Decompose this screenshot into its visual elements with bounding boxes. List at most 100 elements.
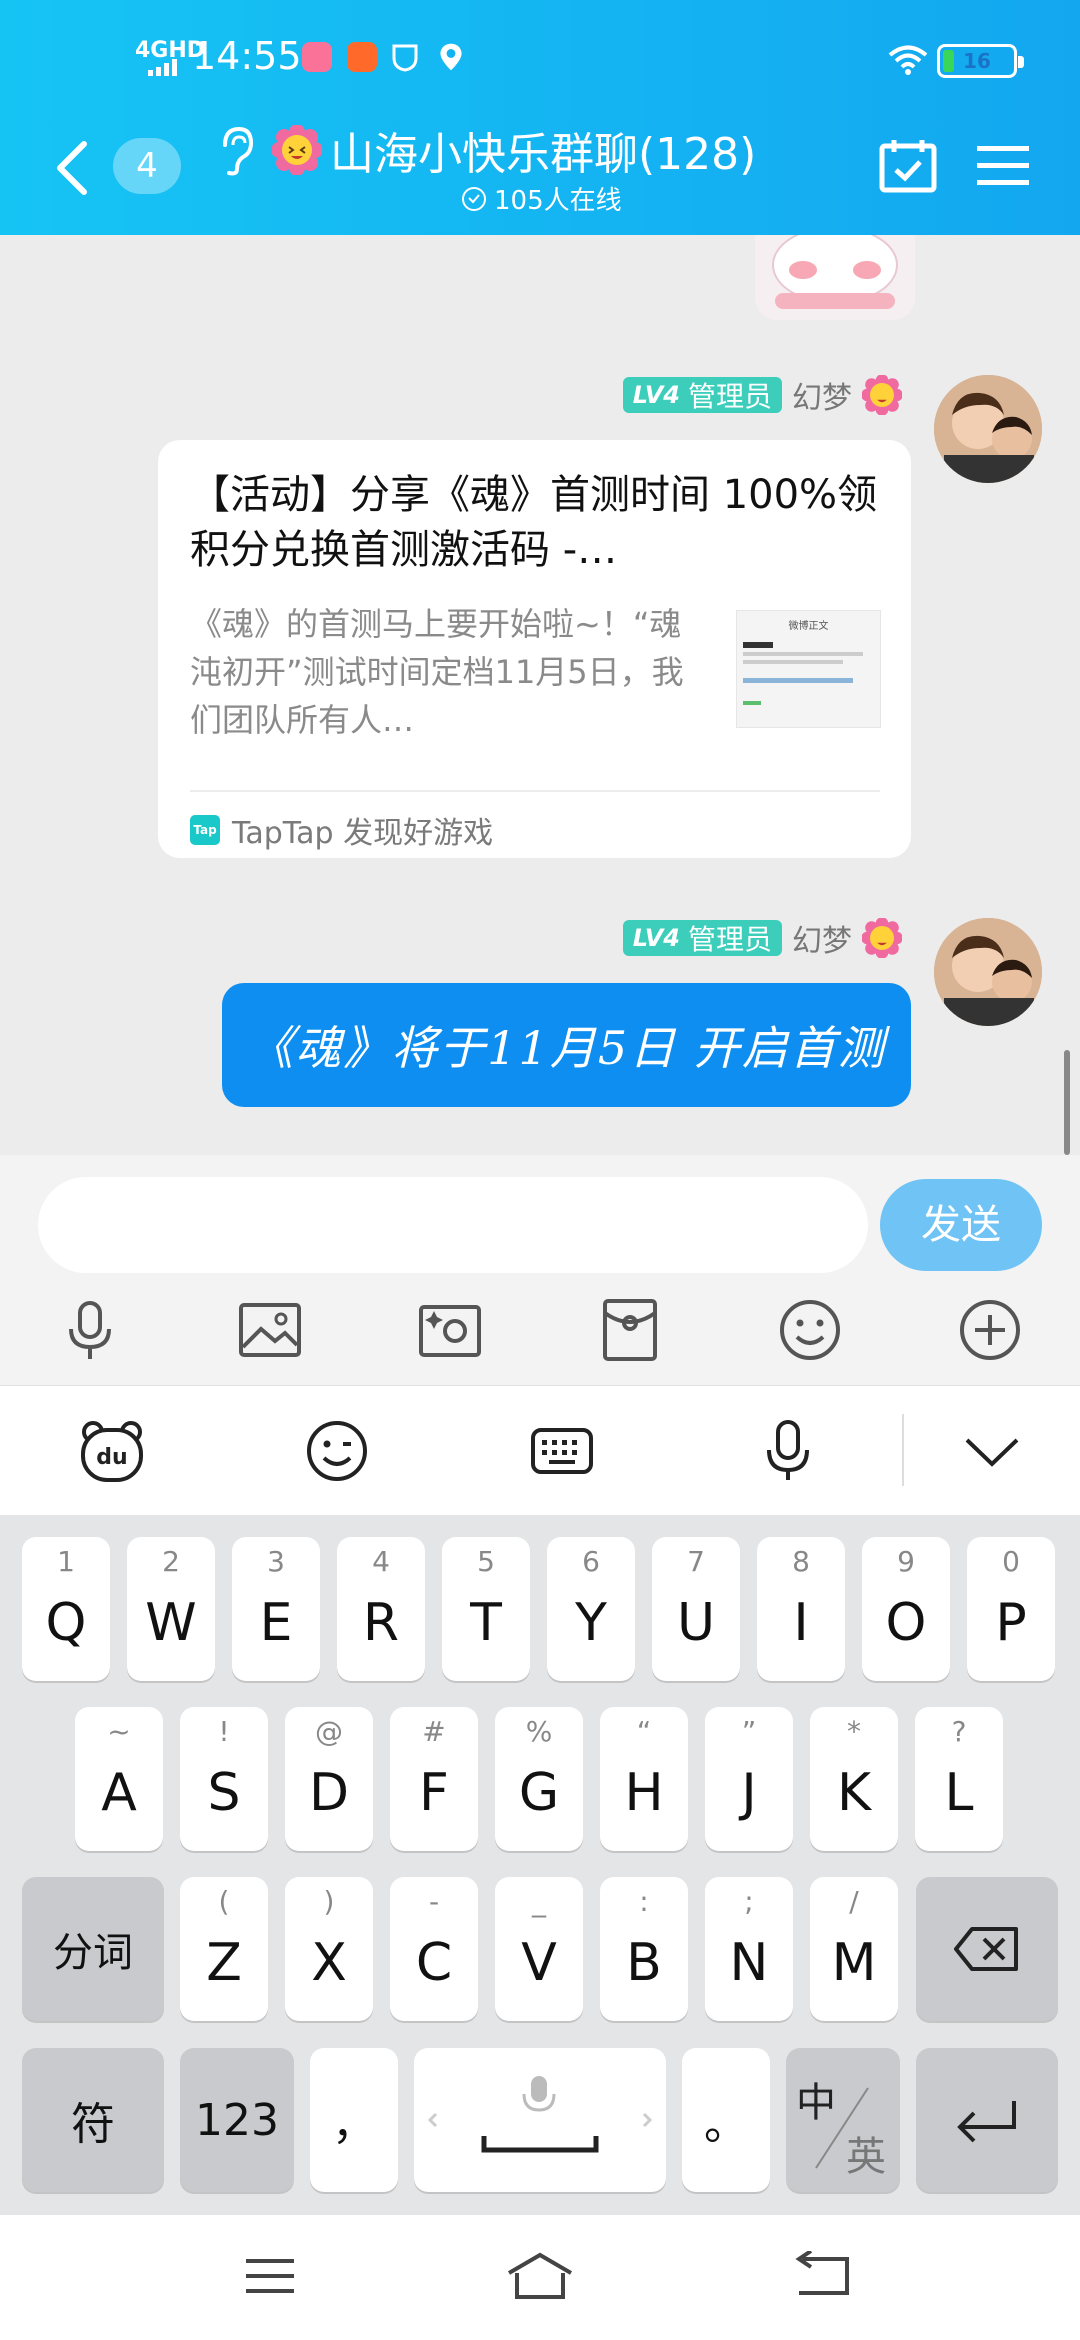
status-bar: 4GHD 14:55 16	[0, 0, 1080, 120]
sender-avatar[interactable]	[934, 918, 1042, 1026]
signal-icon	[148, 59, 177, 76]
key-i[interactable]: 8I	[757, 1537, 845, 1681]
chat-header: 4GHD 14:55 16 4 山海小快乐群聊(128) 105人在线	[0, 0, 1080, 235]
level-badge: LV4 管理员	[622, 377, 782, 413]
key-hint: 2	[162, 1545, 180, 1578]
card-thumbnail: 微博正文	[736, 610, 881, 728]
emoji-icon[interactable]	[302, 1416, 372, 1486]
key-u[interactable]: 7U	[652, 1537, 740, 1681]
key-hint: “	[636, 1715, 652, 1748]
sender-name: 幻梦	[792, 924, 852, 959]
key-x[interactable]: ) X	[285, 1877, 373, 2021]
key-hint: !	[218, 1715, 230, 1748]
key-label: V	[521, 1933, 557, 1993]
chat-title[interactable]: 山海小快乐群聊(128)	[272, 120, 756, 180]
segment-key[interactable]: 分词	[22, 1877, 164, 2021]
key-j[interactable]: ” J	[705, 1707, 793, 1851]
scrollbar[interactable]	[1064, 1050, 1070, 1155]
key-l[interactable]: ? L	[915, 1707, 1003, 1851]
numbers-key[interactable]: 123	[180, 2048, 294, 2192]
back-nav-icon[interactable]	[793, 2251, 853, 2301]
microphone-icon[interactable]	[55, 1295, 125, 1365]
link-card[interactable]: 【活动】分享《魂》首测时间 100%领积分兑换首测激活码 -… 《魂》的首测马上…	[158, 440, 911, 858]
symbols-key[interactable]: 符	[22, 2048, 164, 2192]
key-e[interactable]: 3E	[232, 1537, 320, 1681]
check-circle-icon	[462, 186, 486, 211]
location-icon	[440, 43, 462, 71]
key-y[interactable]: 6Y	[547, 1537, 635, 1681]
card-source-label: TapTap 发现好游戏	[232, 816, 494, 851]
key-f[interactable]: # F	[390, 1707, 478, 1851]
key-q[interactable]: 1Q	[22, 1537, 110, 1681]
key-hint: 6	[582, 1545, 600, 1578]
system-nav-bar	[0, 2215, 1080, 2340]
key-w[interactable]: 2W	[127, 1537, 215, 1681]
key-hint: ”	[741, 1715, 757, 1748]
camera-icon[interactable]	[415, 1295, 485, 1365]
card-source: Tap TapTap 发现好游戏	[190, 808, 493, 852]
baidu-bear-icon[interactable]: du	[77, 1416, 147, 1486]
key-h[interactable]: “H	[600, 1707, 688, 1851]
key-m[interactable]: / M	[810, 1877, 898, 2021]
menu-icon[interactable]	[975, 142, 1031, 190]
space-key[interactable]	[414, 2048, 666, 2192]
key-hint: @	[315, 1715, 343, 1748]
ear-icon[interactable]	[215, 125, 255, 177]
key-label: U	[676, 1593, 716, 1653]
period-key[interactable]: 。	[682, 2048, 770, 2192]
shield-icon	[392, 44, 418, 72]
key-label: K	[836, 1763, 872, 1823]
key-r[interactable]: 4R	[337, 1537, 425, 1681]
back-icon[interactable]	[52, 138, 92, 198]
key-hint: #	[422, 1715, 446, 1748]
chevron-down-icon[interactable]	[957, 1416, 1027, 1486]
key-a[interactable]: ~ A	[75, 1707, 163, 1851]
key-o[interactable]: 9O	[862, 1537, 950, 1681]
red-packet-icon[interactable]	[595, 1295, 665, 1365]
voice-input-icon[interactable]	[753, 1416, 823, 1486]
key-v[interactable]: _ V	[495, 1877, 583, 2021]
key-label: N	[729, 1933, 769, 1993]
message-bubble[interactable]: 《魂》将于11月5日 开启首测	[222, 983, 911, 1107]
key-s[interactable]: ! S	[180, 1707, 268, 1851]
sender-meta: LV4 管理员 幻梦	[622, 375, 902, 416]
key-p[interactable]: 0P	[967, 1537, 1055, 1681]
language-switch-key[interactable]: 中 英	[786, 2048, 900, 2192]
unread-badge[interactable]: 4	[113, 138, 181, 194]
keyboard-icon[interactable]	[527, 1416, 597, 1486]
key-hint: ?	[951, 1715, 967, 1748]
key-hint: 3	[267, 1545, 285, 1578]
key-hint: 9	[897, 1545, 915, 1578]
backspace-key[interactable]	[916, 1877, 1058, 2021]
emoji-icon[interactable]	[775, 1295, 845, 1365]
key-k[interactable]: * K	[810, 1707, 898, 1851]
add-icon[interactable]	[955, 1295, 1025, 1365]
comma-key[interactable]: ，	[310, 2048, 398, 2192]
key-g[interactable]: % G	[495, 1707, 583, 1851]
key-label: F	[419, 1763, 449, 1823]
online-count-label: 105人在线	[494, 186, 622, 216]
key-label: G	[518, 1763, 560, 1823]
key-t[interactable]: 5T	[442, 1537, 530, 1681]
key-n[interactable]: ; N	[705, 1877, 793, 2021]
key-label: O	[885, 1593, 927, 1653]
backspace-icon	[954, 1927, 1018, 1971]
key-b[interactable]: :B	[600, 1877, 688, 2021]
message-input[interactable]	[38, 1177, 868, 1273]
message-list[interactable]: LV4 管理员 幻梦 【活动】分享《魂》首测时间 100%领积分兑换首测激活码 …	[0, 235, 1080, 1155]
key-c[interactable]: -C	[390, 1877, 478, 2021]
calendar-check-icon[interactable]	[878, 138, 938, 194]
sender-avatar[interactable]	[934, 375, 1042, 483]
sticker-image[interactable]	[755, 235, 915, 320]
recent-apps-icon[interactable]	[240, 2251, 300, 2301]
key-label: R	[362, 1593, 400, 1653]
key-hint: 8	[792, 1545, 810, 1578]
key-label: D	[308, 1763, 350, 1823]
send-button[interactable]: 发送	[880, 1179, 1042, 1271]
key-z[interactable]: (Z	[180, 1877, 268, 2021]
enter-key[interactable]	[916, 2048, 1058, 2192]
key-d[interactable]: @ D	[285, 1707, 373, 1851]
image-icon[interactable]	[235, 1295, 305, 1365]
home-icon[interactable]	[505, 2251, 575, 2301]
key-hint: _	[532, 1885, 546, 1918]
